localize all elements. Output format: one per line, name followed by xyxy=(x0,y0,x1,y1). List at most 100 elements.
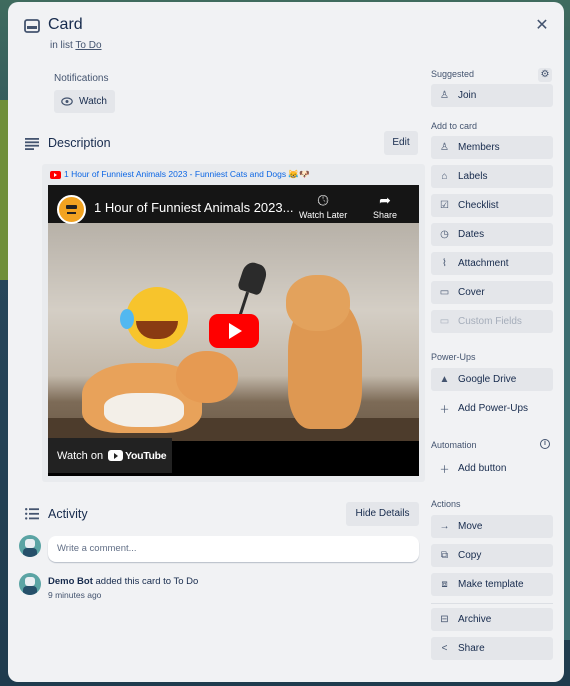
add-power-ups-label: Add Power-Ups xyxy=(458,403,529,414)
backdrop-list-edge xyxy=(0,100,8,280)
thumbnail-kitten-belly xyxy=(104,393,184,427)
add-button-label: Add button xyxy=(458,463,507,474)
share-icon: < xyxy=(441,643,448,654)
add-to-card-heading: Add to card xyxy=(431,121,478,131)
copy-button[interactable]: ⧉ Copy xyxy=(431,544,553,567)
card-icon xyxy=(24,19,40,33)
activity-text: added this card to To Do xyxy=(95,576,199,587)
close-icon[interactable]: ✕ xyxy=(532,16,552,36)
copy-icon: ⧉ xyxy=(440,550,449,561)
archive-button[interactable]: ⊟ Archive xyxy=(431,608,553,631)
copy-label: Copy xyxy=(458,550,482,561)
paperclip-icon: ⌇ xyxy=(442,258,447,269)
avatar[interactable] xyxy=(19,535,41,557)
list-link[interactable]: To Do xyxy=(75,40,101,51)
make-template-button[interactable]: ⧈ Make template xyxy=(431,573,553,596)
card-detail-modal: Card in list To Do ✕ Notifications Watch… xyxy=(8,2,564,682)
thumbnail-cat-standing-head xyxy=(286,275,350,331)
watch-later-button[interactable]: 🕓︎ Watch Later xyxy=(299,193,347,220)
hide-details-button[interactable]: Hide Details xyxy=(346,502,419,526)
move-label: Move xyxy=(458,521,483,532)
checklist-button[interactable]: ☑ Checklist xyxy=(431,194,553,217)
comment-input[interactable]: Write a comment... xyxy=(48,536,419,562)
thumbnail-kitten-head xyxy=(176,351,238,403)
join-label: Join xyxy=(458,90,477,101)
cover-icon: ▭ xyxy=(439,287,450,298)
youtube-wordmark: YouTube xyxy=(125,449,167,462)
suggested-heading: Suggested xyxy=(431,69,475,79)
tag-icon: ⌂ xyxy=(441,171,448,182)
clock-icon: ◷ xyxy=(440,229,449,240)
share-video-button[interactable]: ➦ Share xyxy=(373,193,397,220)
actions-divider xyxy=(431,603,553,604)
activity-entry: Demo Bot added this card to To Do xyxy=(48,576,198,587)
youtube-link-text: 1 Hour of Funniest Animals 2023 - Funnie… xyxy=(64,169,310,179)
youtube-logo-icon: YouTube xyxy=(108,449,167,462)
channel-logo-icon[interactable] xyxy=(57,195,86,224)
share-button[interactable]: < Share xyxy=(431,637,553,660)
description-title: Description xyxy=(48,136,111,150)
google-drive-button[interactable]: ▲ Google Drive xyxy=(431,368,553,391)
custom-fields-label: Custom Fields xyxy=(458,316,522,327)
person-icon: ♙ xyxy=(440,90,449,101)
watch-later-label: Watch Later xyxy=(299,210,348,220)
youtube-icon xyxy=(50,170,61,179)
edit-description-button[interactable]: Edit xyxy=(384,131,418,155)
list-prefix: in list xyxy=(50,40,73,51)
share-arrow-icon: ➦ xyxy=(379,192,391,208)
labels-button[interactable]: ⌂ Labels xyxy=(431,165,553,188)
person-icon: ♙ xyxy=(440,142,449,153)
add-button-button[interactable]: ＋ Add button xyxy=(431,457,553,480)
description-icon xyxy=(24,137,40,151)
automation-heading: Automation xyxy=(431,440,477,450)
custom-fields-button[interactable]: ▭ Custom Fields xyxy=(431,310,553,333)
actions-heading: Actions xyxy=(431,499,461,509)
move-button[interactable]: → Move xyxy=(431,515,553,538)
info-icon[interactable]: i xyxy=(540,439,550,449)
card-title[interactable]: Card xyxy=(48,16,83,34)
laughing-emoji-icon xyxy=(120,287,188,349)
clock-icon: 🕓︎ xyxy=(317,192,329,208)
plus-icon: ＋ xyxy=(439,465,450,476)
share-label: Share xyxy=(458,643,485,654)
youtube-link[interactable]: 1 Hour of Funniest Animals 2023 - Funnie… xyxy=(50,169,310,180)
power-ups-heading: Power-Ups xyxy=(431,352,476,362)
join-button[interactable]: ♙ Join xyxy=(431,84,553,107)
play-button-icon[interactable] xyxy=(209,314,259,348)
attachment-button[interactable]: ⌇ Attachment xyxy=(431,252,553,275)
google-drive-icon: ▲ xyxy=(439,374,450,385)
video-title[interactable]: 1 Hour of Funniest Animals 2023... xyxy=(94,200,293,215)
custom-fields-icon: ▭ xyxy=(439,316,450,327)
list-breadcrumb: in list To Do xyxy=(50,40,102,51)
labels-label: Labels xyxy=(458,171,488,182)
watch-label: Watch xyxy=(79,96,107,107)
youtube-embed[interactable]: 1 Hour of Funniest Animals 2023... 🕓︎ Wa… xyxy=(48,185,419,476)
cover-button[interactable]: ▭ Cover xyxy=(431,281,553,304)
checklist-label: Checklist xyxy=(458,200,499,211)
eye-icon xyxy=(61,97,73,106)
activity-title: Activity xyxy=(48,507,88,521)
activity-icon xyxy=(24,507,40,521)
members-button[interactable]: ♙ Members xyxy=(431,136,553,159)
avatar[interactable] xyxy=(19,573,41,595)
watch-on-label: Watch on xyxy=(57,449,104,462)
add-power-ups-button[interactable]: ＋ Add Power-Ups xyxy=(431,397,553,420)
attachment-label: Attachment xyxy=(458,258,509,269)
members-label: Members xyxy=(458,142,500,153)
archive-label: Archive xyxy=(458,614,492,625)
archive-icon: ⊟ xyxy=(440,614,449,625)
watch-on-youtube-button[interactable]: Watch on YouTube xyxy=(48,438,172,473)
arrow-right-icon: → xyxy=(439,521,450,532)
template-icon: ⧈ xyxy=(441,579,448,590)
activity-user[interactable]: Demo Bot xyxy=(48,576,93,587)
dates-label: Dates xyxy=(458,229,485,240)
gear-icon[interactable]: ⚙ xyxy=(538,68,552,82)
fly-swatter-icon xyxy=(236,260,270,296)
dates-button[interactable]: ◷ Dates xyxy=(431,223,553,246)
share-video-label: Share xyxy=(373,210,398,220)
activity-timestamp[interactable]: 9 minutes ago xyxy=(48,590,101,600)
plus-icon: ＋ xyxy=(439,405,450,416)
notifications-label: Notifications xyxy=(54,73,109,84)
make-template-label: Make template xyxy=(458,579,524,590)
watch-button[interactable]: Watch xyxy=(54,90,115,113)
